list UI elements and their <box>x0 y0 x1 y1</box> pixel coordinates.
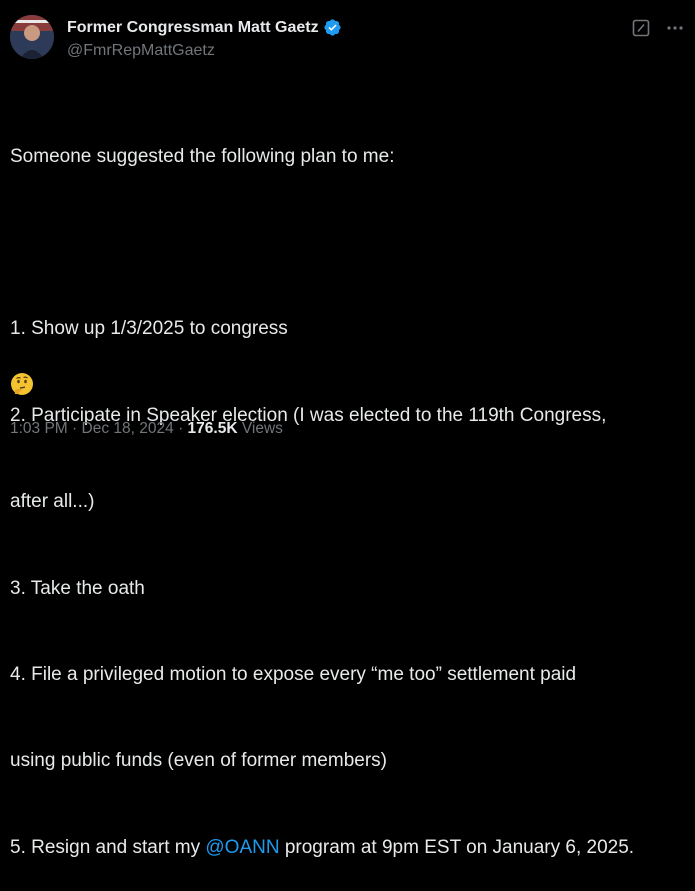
verified-badge-icon <box>323 18 342 37</box>
tweet-line: Someone suggested the following plan to … <box>10 145 395 167</box>
tweet-line: using public funds (even of former membe… <box>10 750 387 772</box>
handle[interactable]: @FmrRepMattGaetz <box>67 42 215 60</box>
tweet-text: Someone suggested the following plan to … <box>10 85 690 891</box>
tweet-line: 1. Show up 1/3/2025 to congress <box>10 318 288 340</box>
thinking-face-icon <box>10 372 34 396</box>
tweet-text-segment: 5. Resign and start my <box>10 836 206 858</box>
tweet-line: 4. File a privileged motion to expose ev… <box>10 663 577 685</box>
tweet-meta: 1:03 PM · Dec 18, 2024 · 176.5K Views <box>10 420 283 438</box>
tweet-line-last: 5. Resign and start my @OANN program at … <box>10 834 690 863</box>
tweet-line: after all...) <box>10 491 95 513</box>
mention-link[interactable]: @OANN <box>205 837 279 858</box>
views[interactable]: 176.5K Views <box>188 420 283 437</box>
avatar[interactable] <box>10 15 54 59</box>
grok-icon[interactable] <box>631 18 651 38</box>
timestamp-link[interactable]: 1:03 PM · Dec 18, 2024 <box>10 420 174 437</box>
more-icon[interactable] <box>665 18 685 38</box>
display-name[interactable]: Former Congressman Matt Gaetz <box>67 19 319 37</box>
tweet-line: ​ <box>10 229 690 258</box>
separator: · <box>178 420 184 437</box>
tweet-line: 3. Take the oath <box>10 577 145 599</box>
tweet-text-segment: program at 9pm EST on January 6, 2025. <box>279 836 635 858</box>
